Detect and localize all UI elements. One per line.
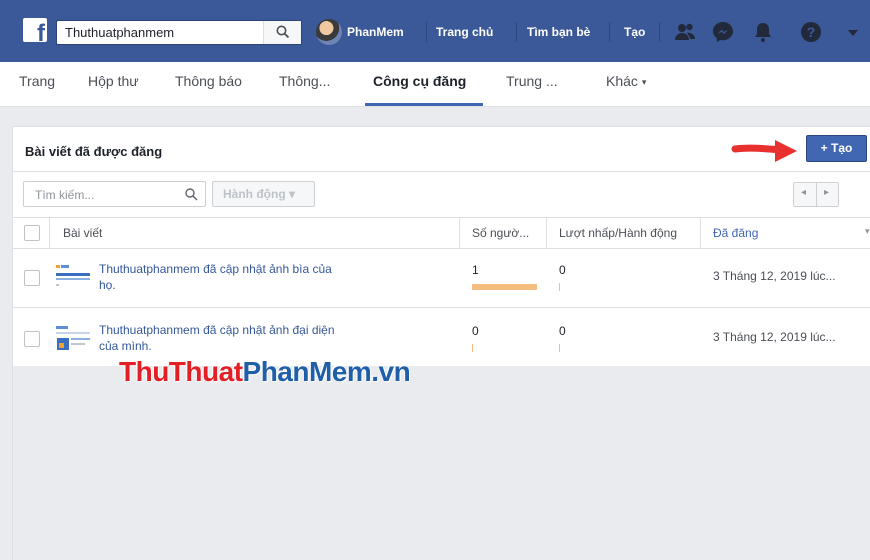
arrow-annotation-icon	[731, 140, 797, 162]
search-button[interactable]	[263, 21, 301, 44]
page-tabs: Trang Hộp thư Thông báo Thông... Công cụ…	[0, 62, 870, 107]
search-icon	[276, 25, 290, 39]
column-divider	[546, 218, 547, 248]
published-date: 3 Tháng 12, 2019 lúc...	[713, 330, 836, 344]
post-title-link[interactable]: Thuthuatphanmem đã cập nhật ảnh bìa của …	[99, 261, 349, 293]
watermark-logo: ThuThuatPhanMem.vn	[119, 356, 411, 388]
post-search-field[interactable]: Tìm kiếm...	[23, 181, 206, 207]
row-checkbox[interactable]	[24, 270, 40, 286]
table-header: Bài viết Số ngườ... Lượt nhấp/Hành động …	[13, 217, 870, 249]
published-date: 3 Tháng 12, 2019 lúc...	[713, 269, 836, 283]
next-page-icon[interactable]: ▸	[824, 187, 829, 198]
search-icon	[185, 188, 198, 201]
tab-center[interactable]: Trung ...	[506, 62, 558, 107]
nav-divider	[516, 22, 517, 42]
sort-down-icon[interactable]: ▾	[865, 226, 870, 237]
watermark-part2: PhanMem.vn	[242, 356, 411, 387]
post-thumbnail[interactable]	[55, 262, 91, 294]
row-checkbox[interactable]	[24, 331, 40, 347]
select-all-checkbox[interactable]	[24, 225, 40, 241]
tab-notifications[interactable]: Thông báo	[175, 62, 242, 107]
messenger-icon[interactable]	[710, 19, 736, 45]
column-clicks[interactable]: Lượt nhấp/Hành động	[559, 226, 677, 240]
clicks-bar	[559, 283, 560, 291]
create-post-button[interactable]: + Tạo	[806, 135, 867, 162]
tab-insights[interactable]: Thông...	[279, 62, 330, 107]
nav-divider	[426, 22, 427, 42]
svg-text:?: ?	[807, 24, 816, 40]
table-row: Thuthuatphanmem đã cập nhật ảnh bìa của …	[13, 248, 870, 308]
tab-publishing-tools[interactable]: Công cụ đăng	[373, 62, 466, 107]
column-post[interactable]: Bài viết	[63, 226, 102, 240]
watermark-part1: ThuThuat	[119, 356, 243, 387]
nav-divider	[609, 22, 610, 42]
pagination: ◂ ▸	[793, 182, 839, 207]
post-title-link[interactable]: Thuthuatphanmem đã cập nhật ảnh đại diện…	[99, 322, 349, 354]
home-link[interactable]: Trang chủ	[436, 22, 493, 42]
column-divider	[700, 218, 701, 248]
search-box	[56, 20, 302, 45]
friends-icon[interactable]	[672, 19, 698, 45]
column-reach[interactable]: Số ngườ...	[472, 226, 529, 240]
nav-divider	[659, 22, 660, 42]
empty-content-area	[12, 366, 870, 560]
avatar[interactable]	[316, 19, 342, 45]
create-link[interactable]: Tạo	[624, 22, 645, 42]
facebook-logo-icon[interactable]: f	[23, 18, 47, 42]
post-thumbnail[interactable]	[55, 323, 91, 355]
previous-page-icon[interactable]: ◂	[801, 187, 806, 198]
reach-bar	[472, 284, 537, 290]
clicks-bar	[559, 344, 560, 352]
reach-bar	[472, 344, 473, 352]
divider	[13, 171, 870, 172]
caret-down-icon[interactable]	[840, 19, 866, 45]
reach-value: 1	[472, 263, 479, 277]
help-icon[interactable]: ?	[798, 19, 824, 45]
divider	[816, 183, 817, 206]
clicks-value: 0	[559, 263, 566, 277]
search-placeholder: Tìm kiếm...	[35, 188, 95, 202]
active-tab-indicator	[365, 103, 483, 106]
reach-value: 0	[472, 324, 479, 338]
column-published[interactable]: Đã đăng	[713, 226, 758, 240]
actions-dropdown[interactable]: Hành động ▾	[212, 181, 315, 207]
bell-icon[interactable]	[750, 19, 776, 45]
profile-link[interactable]: PhanMem	[347, 22, 404, 42]
search-input[interactable]	[57, 21, 263, 44]
find-friends-link[interactable]: Tìm bạn bè	[527, 22, 590, 42]
column-divider	[459, 218, 460, 248]
column-divider	[49, 218, 50, 248]
panel-title: Bài viết đã được đăng	[25, 144, 163, 159]
tab-inbox[interactable]: Hộp thư	[88, 62, 139, 107]
clicks-value: 0	[559, 324, 566, 338]
tab-page[interactable]: Trang	[19, 62, 55, 107]
chevron-down-icon: ▾	[641, 77, 647, 87]
published-posts-panel: Bài viết đã được đăng + Tạo Tìm kiếm... …	[12, 126, 870, 369]
top-navigation-bar: f PhanMem Trang chủ Tìm bạn bè Tạo ?	[0, 0, 870, 62]
tab-more[interactable]: Khác ▾	[606, 62, 646, 107]
tab-more-label: Khác	[606, 73, 638, 89]
